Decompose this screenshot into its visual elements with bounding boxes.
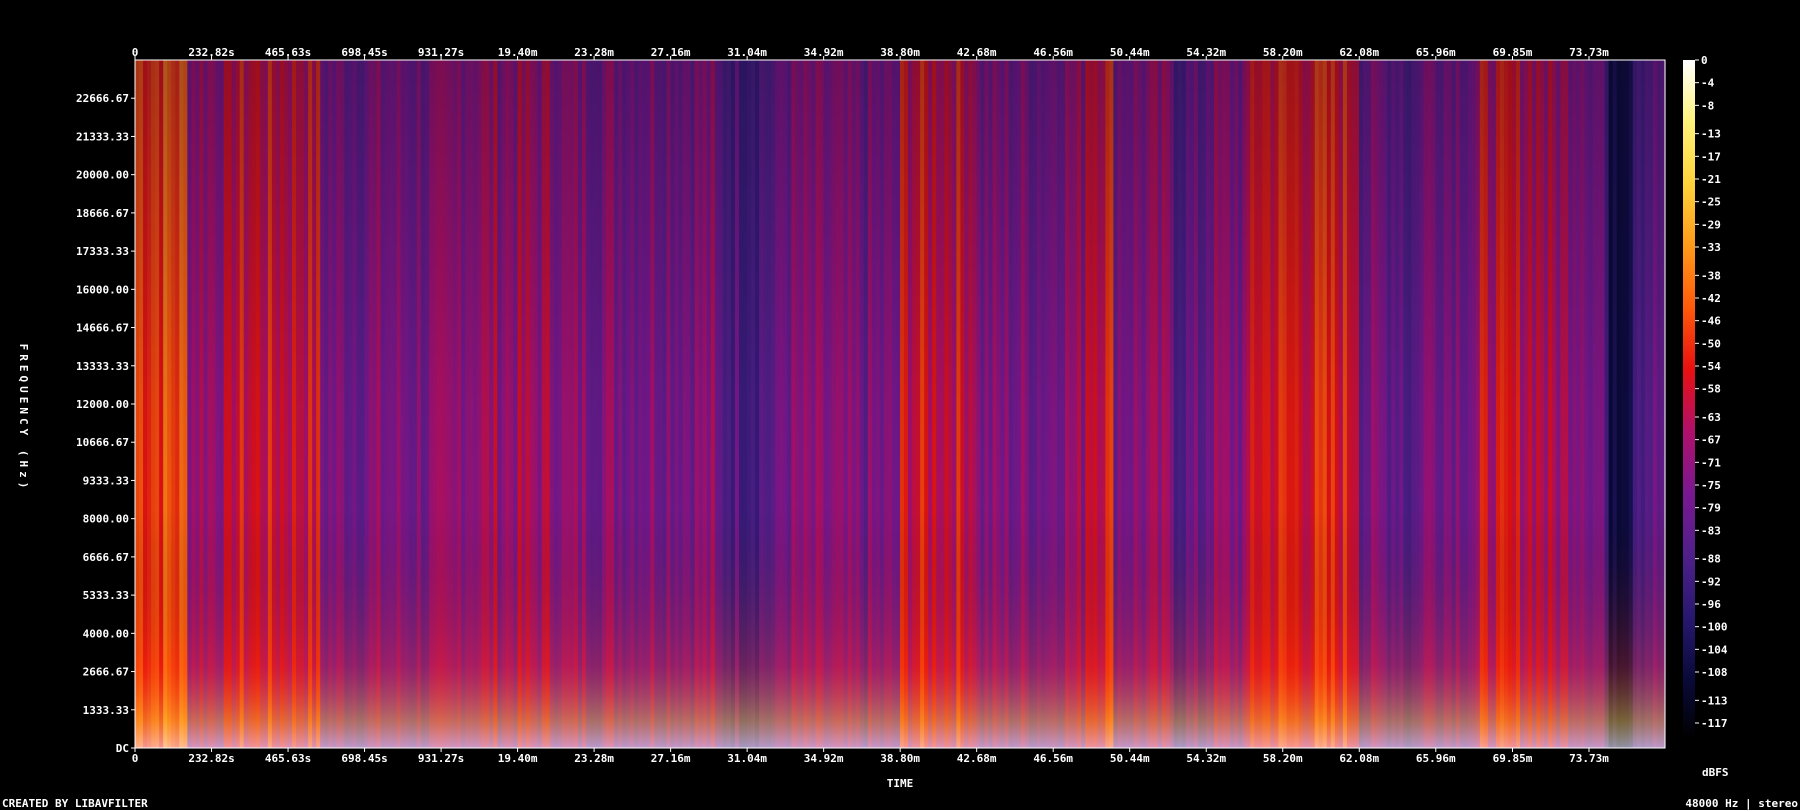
y-tick-label: 10666.67 [76,436,129,449]
colorbar-tick-label: -17 [1701,150,1721,163]
y-tick-label: 8000.00 [83,513,129,526]
x-tick-label: 58.20m [1263,752,1303,765]
credit-text: CREATED BY LIBAVFILTER [2,797,148,810]
colorbar-tick-label: -75 [1701,479,1721,492]
colorbar-tick-label: -33 [1701,241,1721,254]
y-tick-label: 17333.33 [76,245,129,258]
colorbar-tick-label: -71 [1701,456,1721,469]
high-frequency-fade [135,60,1665,748]
x-tick-label: 65.96m [1416,752,1456,765]
x-tick-label: 23.28m [574,46,614,59]
x-tick-label: 31.04m [727,46,767,59]
x-tick-label: 34.92m [804,752,844,765]
x-tick-label: 698.45s [341,752,387,765]
colorbar-tick-label: -38 [1701,269,1721,282]
colorbar-tick-label: -113 [1701,694,1728,707]
colorbar-tick-label: -50 [1701,337,1721,350]
colorbar-tick-label: -83 [1701,524,1721,537]
x-tick-label: 46.56m [1033,752,1073,765]
x-tick-label: 50.44m [1110,46,1150,59]
y-tick-label: 16000.00 [76,283,129,296]
colorbar-tick-label: -100 [1701,621,1728,634]
colorbar-tick-label: -8 [1701,99,1714,112]
x-tick-label: 42.68m [957,752,997,765]
y-tick-label: DC [116,742,129,755]
y-tick-label: 22666.67 [76,92,129,105]
x-axis-title: TIME [887,777,914,790]
x-tick-label: 0 [132,46,139,59]
y-tick-label: 5333.33 [83,589,129,602]
x-tick-label: 27.16m [651,752,691,765]
y-axis-title: FREQUENCY (Hz) [17,344,30,493]
colorbar-label: dBFS [1702,766,1729,779]
x-tick-label: 931.27s [418,46,464,59]
x-tick-label: 69.85m [1493,752,1533,765]
x-tick-label: 31.04m [727,752,767,765]
colorbar-tick-label: -42 [1701,292,1721,305]
colorbar-tick-label: -79 [1701,502,1721,515]
y-axis: 22666.67 21333.33 20000.00 18666.67 17333.33… [76,92,135,755]
colorbar-tick-label: 0 [1701,54,1708,67]
x-tick-label: 38.80m [880,46,920,59]
x-tick-label: 232.82s [188,46,234,59]
colorbar-tick-label: -104 [1701,643,1728,656]
colorbar [1683,60,1695,740]
x-tick-label: 38.80m [880,752,920,765]
x-tick-label: 73.73m [1569,752,1609,765]
y-tick-label: 21333.33 [76,130,129,143]
colorbar-tick-label: -29 [1701,218,1721,231]
colorbar-tick-label: -92 [1701,575,1721,588]
y-tick-label: 18666.67 [76,207,129,220]
x-tick-label: 27.16m [651,46,691,59]
colorbar-tick-label: -25 [1701,196,1721,209]
colorbar-tick-label: -67 [1701,434,1721,447]
y-tick-label: 2666.67 [83,666,129,679]
x-axis-bottom: 0 232.82s 465.63s 698.45s 931.27s 19.40m 23.28… [132,748,1609,765]
x-tick-label: 232.82s [188,752,234,765]
spectrogram-chart: 0 232.82s 465.63s 698.45s 931.27s 19.40m 23.28… [2,46,1798,810]
x-tick-label: 42.68m [957,46,997,59]
colorbar-tick-label: -117 [1701,717,1728,730]
colorbar-tick-label: -96 [1701,598,1721,611]
x-tick-label: 34.92m [804,46,844,59]
x-tick-label: 62.08m [1339,46,1379,59]
colorbar-tick-label: -54 [1701,360,1721,373]
colorbar-tick-label: -21 [1701,173,1721,186]
x-tick-label: 465.63s [265,752,311,765]
colorbar-tick-label: -63 [1701,411,1721,424]
x-axis-top: 0 232.82s 465.63s 698.45s 931.27s 19.40m 23.28… [132,46,1609,60]
y-tick-label: 13333.33 [76,360,129,373]
x-tick-label: 931.27s [418,752,464,765]
colorbar-tick-label: -13 [1701,128,1721,141]
x-tick-label: 23.28m [574,752,614,765]
y-tick-label: 4000.00 [83,627,129,640]
x-tick-label: 465.63s [265,46,311,59]
y-tick-label: 1333.33 [83,704,129,717]
colorbar-tick-label: -88 [1701,553,1721,566]
y-tick-label: 12000.00 [76,398,129,411]
y-tick-label: 6666.67 [83,551,129,564]
x-tick-label: 19.40m [498,752,538,765]
x-tick-label: 62.08m [1339,752,1379,765]
x-tick-label: 58.20m [1263,46,1303,59]
colorbar-tick-label: -58 [1701,383,1721,396]
x-tick-label: 65.96m [1416,46,1456,59]
x-tick-label: 54.32m [1186,46,1226,59]
x-tick-label: 50.44m [1110,752,1150,765]
x-tick-label: 19.40m [498,46,538,59]
x-tick-label: 0 [132,752,139,765]
colorbar-tick-label: -46 [1701,315,1721,328]
x-tick-label: 73.73m [1569,46,1609,59]
audio-info-text: 48000 Hz | stereo [1685,797,1798,810]
x-tick-label: 698.45s [341,46,387,59]
colorbar-ticks: 0 -4 -8 -13 -17 -21 -25 -29 -33 -38 -42 -46 -50 -54 -5… [1695,54,1728,730]
y-tick-label: 20000.00 [76,169,129,182]
x-tick-label: 54.32m [1186,752,1226,765]
x-tick-label: 69.85m [1493,46,1533,59]
colorbar-tick-label: -4 [1701,77,1715,90]
colorbar-tick-label: -108 [1701,666,1728,679]
x-tick-label: 46.56m [1033,46,1073,59]
y-tick-label: 9333.33 [83,474,129,487]
y-tick-label: 14666.67 [76,322,129,335]
